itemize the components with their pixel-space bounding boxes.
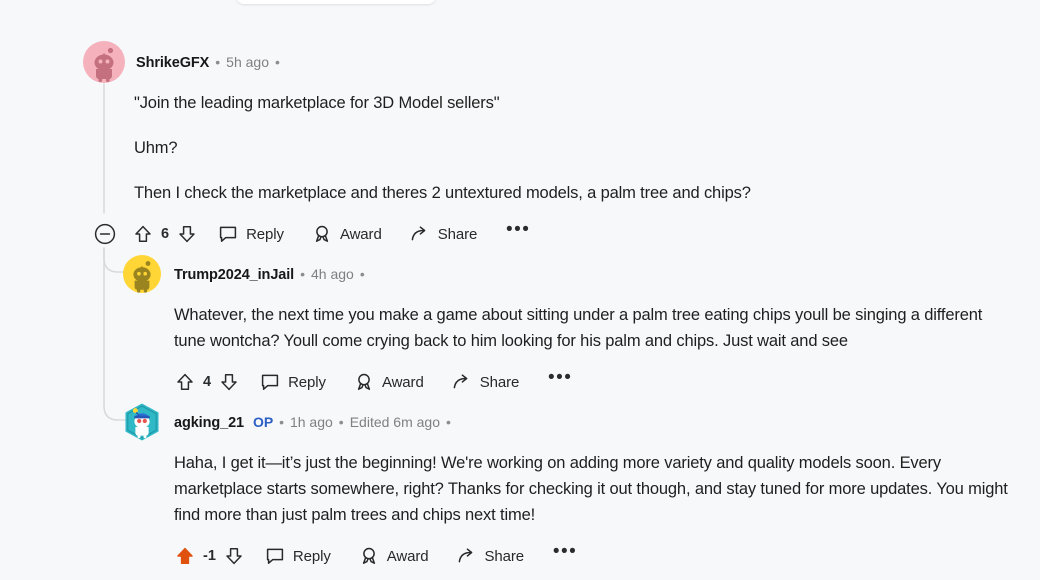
vote-group: 4 (174, 367, 240, 397)
comment-meta: ShrikeGFX • 5h ago • (136, 54, 286, 71)
reply-label: Reply (292, 547, 331, 565)
comment-timestamp: 1h ago (289, 413, 333, 430)
comment-author-link[interactable]: Trump2024_inJail (174, 267, 294, 283)
comment-bubble-icon (219, 226, 237, 242)
comment-trump2024-injail: Trump2024_inJail • 4h ago • Whatever, th… (122, 252, 1022, 398)
post-card-bottom-edge (236, 0, 436, 4)
vote-group: 6 (132, 219, 198, 249)
award-medal-icon (362, 547, 375, 564)
comment-body: "Join the leading marketplace for 3D Mod… (134, 90, 894, 206)
comment-agking-21: agking_21 OP • 1h ago • Edited 6m ago • … (122, 400, 1022, 572)
meta-separator: • (279, 413, 284, 430)
share-button[interactable]: Share (410, 224, 478, 244)
share-label: Share (437, 225, 478, 243)
comment-author-link[interactable]: ShrikeGFX (136, 55, 209, 71)
upvote-icon[interactable] (132, 223, 154, 245)
comment-body: Whatever, the next time you make a game … (174, 302, 1004, 354)
more-options-button[interactable]: ••• (552, 539, 578, 574)
reply-label: Reply (288, 373, 326, 391)
downvote-icon[interactable] (223, 545, 245, 567)
upvote-icon[interactable] (174, 371, 196, 393)
reply-button[interactable]: Reply (218, 224, 284, 244)
comment-header: ShrikeGFX • 5h ago • (82, 40, 1022, 84)
comment-action-bar: 4 Reply Award Share ••• (174, 366, 1022, 398)
comment-paragraph: Uhm? (134, 139, 178, 157)
op-badge: OP (253, 413, 274, 430)
minus-circle-icon (94, 223, 116, 245)
award-label: Award (381, 373, 424, 391)
comment-paragraph: "Join the leading marketplace for 3D Mod… (134, 94, 500, 112)
vote-group: -1 (174, 541, 245, 571)
comment-shrikegfx: ShrikeGFX • 5h ago • "Join the leading m… (82, 40, 1022, 250)
comment-paragraph: Whatever, the next time you make a game … (174, 306, 983, 350)
comment-bubble-icon (266, 548, 284, 564)
award-label: Award (386, 547, 429, 565)
meta-separator-2: • (338, 413, 344, 430)
comment-action-bar: 6 Reply Award Share ••• (92, 218, 1022, 250)
share-label: Share (479, 373, 520, 391)
meta-separator-trailing: • (446, 413, 451, 430)
award-label: Award (339, 225, 382, 243)
comment-header: agking_21 OP • 1h ago • Edited 6m ago • (122, 400, 1022, 444)
avatar-trump2024-injail[interactable] (122, 254, 162, 294)
comment-edited-timestamp: Edited 6m ago (349, 413, 440, 430)
award-button[interactable]: Award (359, 546, 429, 566)
more-options-button[interactable]: ••• (505, 217, 531, 252)
avatar-shrikegfx[interactable] (82, 40, 126, 84)
avatar-agking-21[interactable] (122, 402, 162, 442)
downvote-icon[interactable] (218, 371, 240, 393)
award-medal-icon (315, 225, 329, 242)
award-button[interactable]: Award (354, 372, 424, 392)
meta-separator-trailing: • (274, 53, 280, 70)
upvote-icon[interactable] (174, 545, 196, 567)
reply-button[interactable]: Reply (265, 546, 331, 566)
comment-body: Haha, I get it—it’s just the beginning! … (174, 450, 1022, 528)
reply-button[interactable]: Reply (260, 372, 326, 392)
comment-action-bar: -1 Reply Award Share ••• (174, 540, 1022, 572)
award-button[interactable]: Award (312, 224, 382, 244)
share-arrow-icon (458, 548, 472, 563)
comment-paragraph: Then I check the marketplace and theres … (134, 184, 751, 202)
comment-meta: agking_21 OP • 1h ago • Edited 6m ago • (174, 414, 457, 431)
comment-timestamp: 4h ago (311, 265, 354, 282)
vote-score: 6 (161, 226, 170, 242)
share-button[interactable]: Share (457, 546, 525, 566)
comment-paragraph: Haha, I get it—it’s just the beginning! … (174, 454, 1008, 524)
share-arrow-icon (453, 374, 468, 389)
more-options-button[interactable]: ••• (547, 365, 573, 400)
comment-meta: Trump2024_inJail • 4h ago • (174, 266, 371, 283)
reply-label: Reply (246, 225, 284, 243)
share-button[interactable]: Share (452, 372, 520, 392)
comment-author-link[interactable]: agking_21 (174, 415, 244, 431)
share-label: Share (484, 547, 525, 565)
meta-separator: • (300, 265, 306, 282)
downvote-icon[interactable] (176, 223, 198, 245)
award-medal-icon (357, 373, 371, 390)
collapse-thread-button[interactable] (92, 221, 118, 247)
comment-header: Trump2024_inJail • 4h ago • (122, 252, 1022, 296)
meta-separator-trailing: • (359, 265, 365, 282)
comment-bubble-icon (261, 374, 279, 390)
vote-score: 4 (203, 374, 212, 390)
vote-score: -1 (203, 548, 216, 564)
meta-separator: • (215, 53, 221, 70)
comment-timestamp: 5h ago (226, 53, 269, 70)
share-arrow-icon (411, 226, 426, 241)
